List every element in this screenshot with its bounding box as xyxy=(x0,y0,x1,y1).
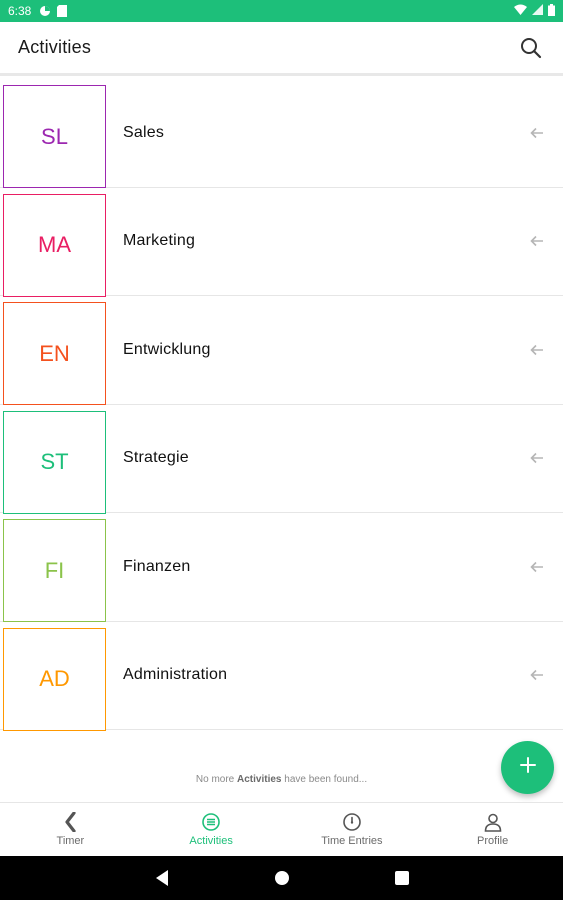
status-time: 6:38 xyxy=(8,4,32,18)
nav-label: Profile xyxy=(477,835,509,847)
app-bar: Activities xyxy=(0,22,563,76)
list-item[interactable]: FI Finanzen xyxy=(0,513,563,622)
nav-item-activities[interactable]: Activities xyxy=(141,803,282,856)
end-message-prefix: No more xyxy=(195,774,238,785)
list-item[interactable]: MA Marketing xyxy=(0,188,563,297)
add-activity-button[interactable] xyxy=(501,741,554,794)
nav-item-time-entries[interactable]: Time Entries xyxy=(282,803,423,856)
arrow-left-icon xyxy=(529,233,545,249)
activity-list: SL Sales MA Marketing EN Entwicklung ST … xyxy=(0,79,563,731)
list-item[interactable]: SL Sales xyxy=(0,79,563,188)
activity-name: Sales xyxy=(123,123,165,141)
list-item[interactable]: EN Entwicklung xyxy=(0,296,563,405)
activity-name: Entwicklung xyxy=(123,340,211,358)
timer-icon xyxy=(60,812,80,832)
system-nav-bar xyxy=(0,856,563,900)
arrow-left-icon xyxy=(529,342,545,358)
arrow-left-icon xyxy=(529,559,545,575)
end-of-list-message: No more Activities have been found... xyxy=(0,774,563,785)
back-icon[interactable] xyxy=(152,868,172,888)
nav-item-profile[interactable]: Profile xyxy=(422,803,563,856)
person-icon xyxy=(483,812,503,832)
activity-name: Administration xyxy=(123,666,228,684)
activity-avatar: EN xyxy=(3,302,106,405)
arrow-left-icon xyxy=(529,667,545,683)
activity-initials: SL xyxy=(41,123,68,149)
activity-avatar: FI xyxy=(3,519,106,622)
nav-label: Activities xyxy=(189,835,233,847)
recents-icon[interactable] xyxy=(392,868,412,888)
nav-label: Time Entries xyxy=(321,835,383,847)
end-message-suffix: have been found... xyxy=(281,774,368,785)
plus-icon xyxy=(519,756,537,779)
data-saver-icon xyxy=(39,5,51,17)
signal-icon xyxy=(532,4,543,18)
status-bar: 6:38 xyxy=(0,0,563,22)
list-item[interactable]: ST Strategie xyxy=(0,405,563,514)
nav-item-timer[interactable]: Timer xyxy=(0,803,141,856)
list-icon xyxy=(201,812,221,832)
bottom-nav: Timer Activities Time Entries Profile xyxy=(0,802,563,856)
activity-avatar: MA xyxy=(3,193,106,297)
battery-icon xyxy=(548,3,555,19)
end-message-bold: Activities xyxy=(237,774,282,785)
activity-initials: FI xyxy=(44,557,65,583)
clock-icon xyxy=(342,812,362,832)
activity-avatar: SL xyxy=(3,85,106,188)
activity-name: Strategie xyxy=(123,449,189,467)
home-icon[interactable] xyxy=(272,868,292,888)
activity-initials: EN xyxy=(39,340,70,366)
search-icon[interactable] xyxy=(517,34,545,62)
wifi-icon xyxy=(514,4,527,18)
activity-name: Finanzen xyxy=(123,557,191,575)
page-title: Activities xyxy=(18,37,92,57)
activity-initials: MA xyxy=(38,232,71,257)
activity-name: Marketing xyxy=(123,232,196,250)
activity-avatar: ST xyxy=(3,410,106,514)
activity-initials: ST xyxy=(40,449,69,474)
arrow-left-icon xyxy=(529,450,545,466)
activity-initials: AD xyxy=(39,666,70,691)
arrow-left-icon xyxy=(529,125,545,141)
nav-label: Timer xyxy=(56,835,85,847)
sd-card-icon xyxy=(57,5,68,17)
activity-avatar: AD xyxy=(3,627,106,731)
list-item[interactable]: AD Administration xyxy=(0,622,563,731)
